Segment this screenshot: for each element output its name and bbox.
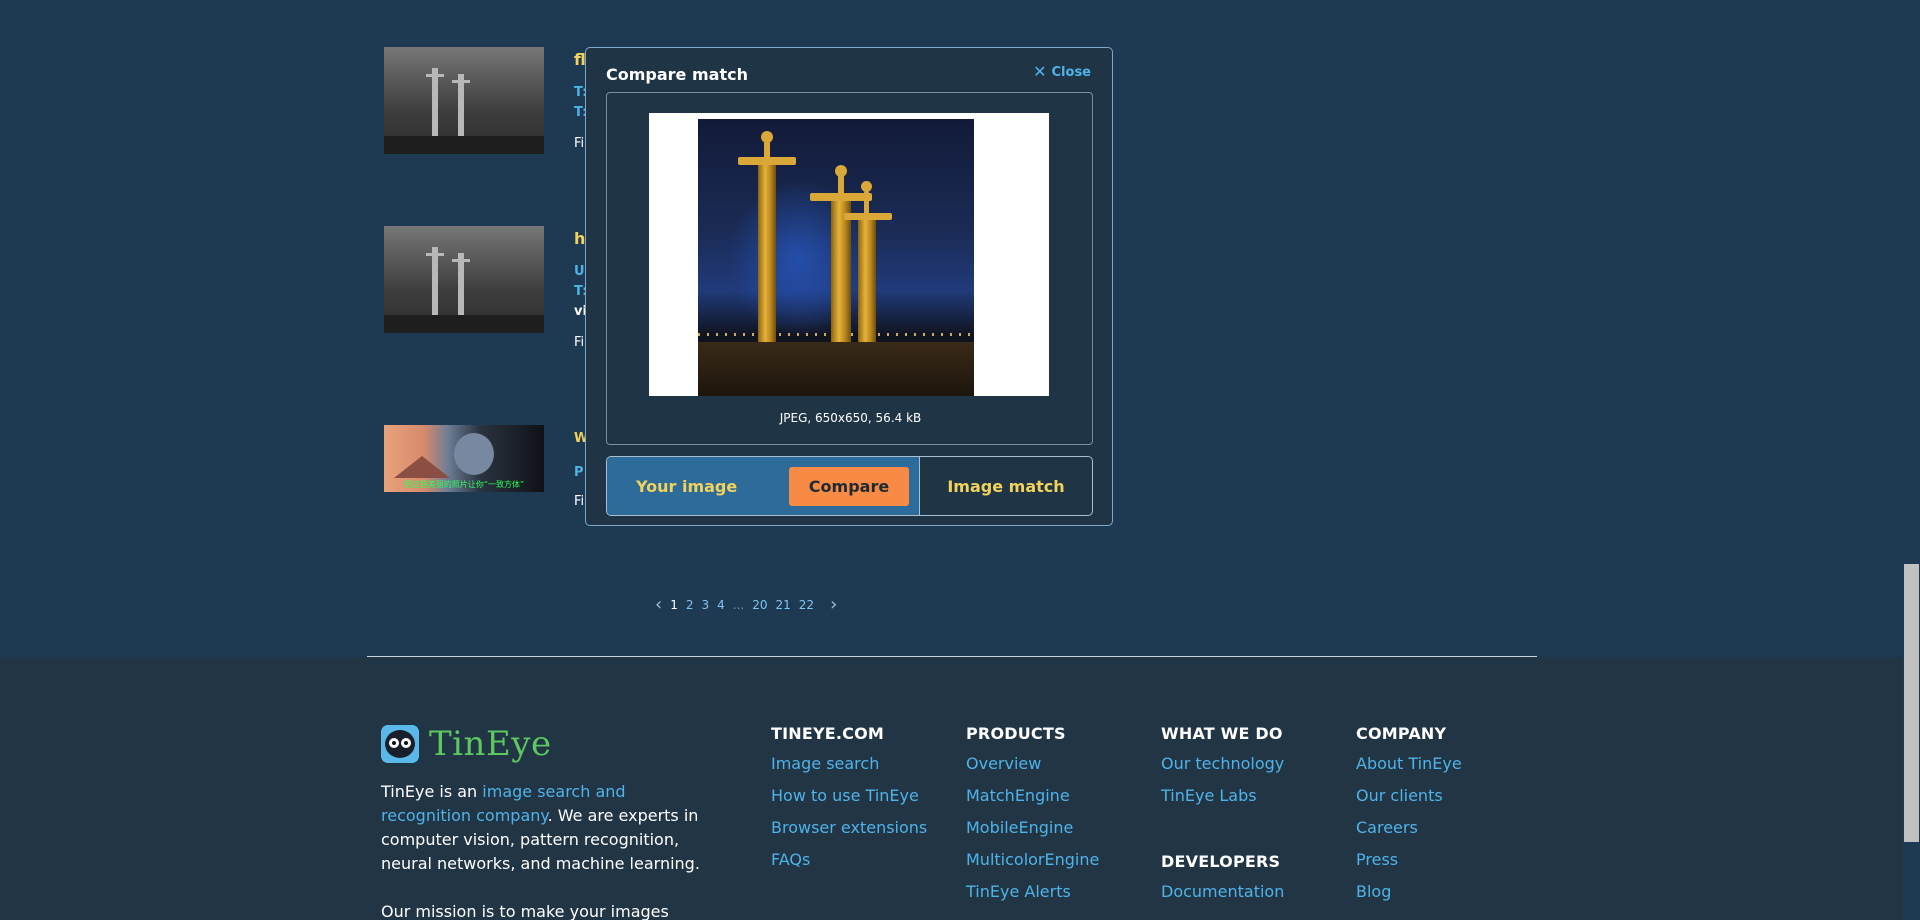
footer-col-company: COMPANY About TinEye Our clients Careers… [1356,724,1462,912]
footer-logo[interactable]: TinEye [381,724,552,764]
pagination-ellipsis: ... [732,598,745,612]
sword-monument-photo [698,119,974,396]
footer-link-browser-extensions[interactable]: Browser extensions [771,816,927,848]
result-thumbnail[interactable] [384,226,544,333]
result-info: Fi [574,136,585,151]
footer-link-how-to-use[interactable]: How to use TinEye [771,784,927,816]
footer-link-image-search[interactable]: Image search [771,752,927,784]
about-mission: Our mission is to make your images [381,902,669,920]
logo-text: TinEye [429,724,552,764]
footer-col-tineye: TINEYE.COM Image search How to use TinEy… [771,724,927,880]
chevron-right-icon[interactable]: › [830,596,837,614]
result-thumbnail[interactable]: 把这個美丽的照片让你“一致方体” [384,425,544,492]
footer-link-documentation[interactable]: Documentation [1161,880,1284,912]
page-link-4[interactable]: 4 [717,598,725,612]
result-link[interactable]: U [574,264,585,279]
footer-link-tineye-labs[interactable]: TinEye Labs [1161,784,1284,816]
tab-your-image-label: Your image [636,477,738,496]
image-preview [649,113,1049,396]
compare-button[interactable]: Compare [789,467,909,506]
footer-link-our-clients[interactable]: Our clients [1356,784,1462,816]
compare-match-modal: Compare match ✕ Close JPEG, 650x650, 56.… [585,47,1113,526]
page-link-3[interactable]: 3 [701,598,709,612]
footer-link-press[interactable]: Press [1356,848,1462,880]
scrollbar-thumb[interactable] [1904,564,1919,842]
tineye-robot-icon [381,725,419,763]
footer-link-multicolorengine[interactable]: MulticolorEngine [966,848,1099,880]
modal-title: Compare match [606,65,748,84]
footer-col-developers: DEVELOPERS Documentation [1161,852,1284,912]
footer-heading: WHAT WE DO [1161,724,1283,743]
image-metadata: JPEG, 650x650, 56.4 kB [779,411,922,425]
footer-link-careers[interactable]: Careers [1356,816,1462,848]
tab-your-image[interactable]: Your image Compare [607,457,920,515]
footer-heading: PRODUCTS [966,724,1066,743]
compare-tabs: Your image Compare Image match [606,456,1093,516]
footer-link-tineye-alerts[interactable]: TinEye Alerts [966,880,1099,912]
chevron-left-icon[interactable]: ‹ [655,596,662,614]
footer-link-our-technology[interactable]: Our technology [1161,752,1284,784]
page-link-22[interactable]: 22 [799,598,814,612]
footer-link-mobileengine[interactable]: MobileEngine [966,816,1099,848]
about-prefix: TinEye is an [381,782,483,801]
tab-image-match-label: Image match [947,477,1065,496]
pagination: ‹ 1 2 3 4 ... 20 21 22 › [655,594,837,616]
footer-link-about-tineye[interactable]: About TinEye [1356,752,1462,784]
footer-heading: DEVELOPERS [1161,852,1281,871]
footer-link-overview[interactable]: Overview [966,752,1099,784]
result-info: Fi [574,335,585,350]
footer-link-faqs[interactable]: FAQs [771,848,927,880]
close-icon: ✕ [1033,62,1047,81]
footer-col-what-we-do: WHAT WE DO Our technology TinEye Labs [1161,724,1284,816]
footer-link-matchengine[interactable]: MatchEngine [966,784,1099,816]
thumbnail-caption: 把这個美丽的照片让你“一致方体” [403,480,525,489]
result-thumbnail[interactable] [384,47,544,154]
result-info: Fi [574,494,585,509]
result-title[interactable]: h [574,229,585,248]
image-preview-panel: JPEG, 650x650, 56.4 kB [606,92,1093,445]
close-label: Close [1051,64,1091,80]
page-link-2[interactable]: 2 [686,598,694,612]
footer-heading: COMPANY [1356,724,1447,743]
page-link-1[interactable]: 1 [670,598,678,612]
footer-link-blog[interactable]: Blog [1356,880,1462,912]
close-button[interactable]: ✕ Close [1033,64,1091,80]
site-footer [0,657,1920,920]
page-scrollbar[interactable] [1903,0,1920,920]
page-link-21[interactable]: 21 [776,598,791,612]
tab-image-match[interactable]: Image match [920,457,1092,515]
footer-heading: TINEYE.COM [771,724,885,743]
footer-divider [367,656,1537,657]
footer-about: TinEye is an image search and recognitio… [381,780,711,920]
result-link[interactable]: P [574,465,584,480]
page-link-20[interactable]: 20 [752,598,767,612]
footer-col-products: PRODUCTS Overview MatchEngine MobileEngi… [966,724,1099,912]
